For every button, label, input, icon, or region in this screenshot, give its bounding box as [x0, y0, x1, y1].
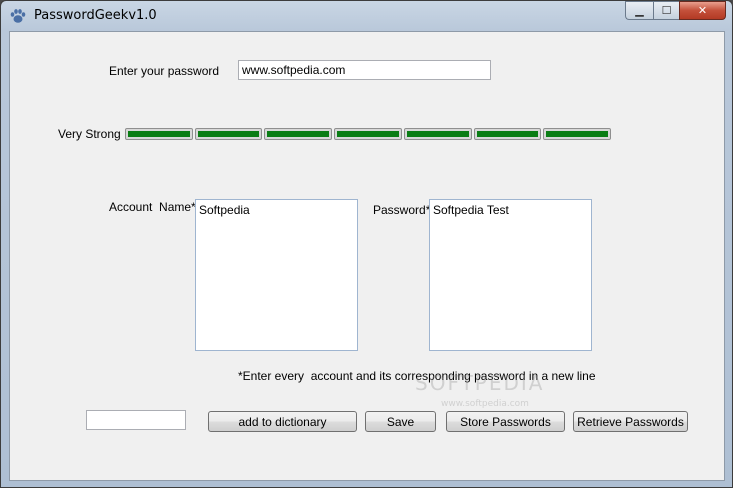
minimize-icon: ▁: [635, 4, 644, 17]
maximize-button[interactable]: ☐: [653, 1, 679, 20]
close-icon: ✕: [697, 4, 708, 17]
strength-meter: [125, 128, 612, 140]
strength-segment: [403, 128, 472, 140]
dictionary-input[interactable]: [86, 410, 186, 430]
close-button[interactable]: ✕: [679, 1, 726, 20]
watermark-logo: SOFTPEDIA: [415, 371, 545, 395]
password-list-textarea[interactable]: Softpedia Test: [429, 199, 592, 351]
save-button[interactable]: Save: [365, 411, 436, 432]
add-to-dictionary-button[interactable]: add to dictionary: [208, 411, 357, 432]
strength-segment: [473, 128, 542, 140]
watermark-url: www.softpedia.com: [441, 399, 529, 409]
strength-segment: [334, 128, 402, 140]
strength-segment: [264, 128, 333, 140]
client-area: Enter your password www.softpedia.com Ve…: [9, 31, 725, 481]
minimize-button[interactable]: ▁: [625, 1, 653, 20]
password-list-label: Password*: [373, 203, 431, 217]
strength-label: Very Strong: [58, 127, 121, 141]
maximize-icon: ☐: [661, 4, 672, 17]
title-bar[interactable]: PasswordGeekv1.0 ▁ ☐ ✕: [1, 1, 732, 31]
paw-icon: [10, 9, 26, 23]
account-name-textarea[interactable]: Softpedia: [195, 199, 358, 351]
app-window: PasswordGeekv1.0 ▁ ☐ ✕ Enter your passwo…: [0, 0, 733, 488]
strength-segment: [543, 128, 612, 140]
password-entry-label: Enter your password: [109, 64, 220, 78]
strength-segment: [125, 128, 193, 140]
window-controls: ▁ ☐ ✕: [625, 1, 726, 20]
password-input[interactable]: www.softpedia.com: [238, 60, 491, 80]
window-title: PasswordGeekv1.0: [34, 8, 157, 23]
retrieve-passwords-button[interactable]: Retrieve Passwords: [573, 411, 688, 432]
strength-segment: [194, 128, 263, 140]
store-passwords-button[interactable]: Store Passwords: [446, 411, 565, 432]
account-name-label: Account Name*: [109, 200, 196, 214]
